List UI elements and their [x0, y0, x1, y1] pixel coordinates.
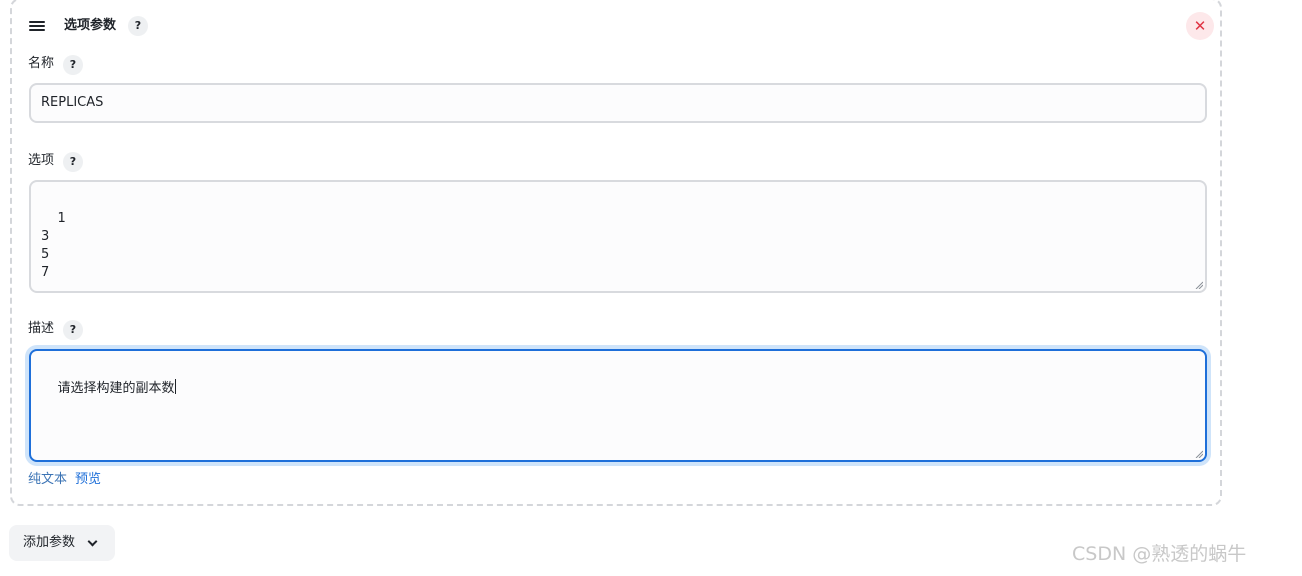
description-text: 请选择构建的副本数: [57, 381, 175, 396]
drag-handle-icon[interactable]: [29, 21, 47, 33]
name-input[interactable]: REPLICAS: [29, 83, 1207, 123]
description-format-links: 纯文本 预览: [28, 471, 101, 489]
close-icon[interactable]: ✕: [1186, 12, 1214, 40]
panel-help-icon[interactable]: ?: [128, 16, 148, 36]
choices-textarea[interactable]: 1 3 5 7: [29, 180, 1207, 293]
choice-parameter-panel: 选项参数 ? ✕ 名称 ? REPLICAS 选项 ? 1 3 5 7 描述 ?…: [10, 0, 1222, 506]
choices-text: 1 3 5 7: [41, 211, 66, 280]
add-parameter-button[interactable]: 添加参数: [9, 525, 115, 561]
description-label: 描述: [28, 321, 55, 336]
add-parameter-label: 添加参数: [23, 535, 76, 550]
choices-label: 选项: [28, 153, 55, 168]
description-help-icon[interactable]: ?: [63, 320, 83, 340]
panel-title: 选项参数: [64, 18, 117, 33]
name-label: 名称: [28, 56, 55, 71]
description-textarea[interactable]: 请选择构建的副本数: [29, 349, 1207, 462]
watermark: CSDN @熟透的蜗牛: [1072, 543, 1247, 565]
resize-grip-icon[interactable]: [1195, 281, 1203, 289]
resize-grip-icon[interactable]: [1195, 450, 1203, 458]
preview-link[interactable]: 预览: [75, 472, 101, 487]
plain-text-link[interactable]: 纯文本: [28, 472, 67, 487]
chevron-down-icon: [87, 536, 98, 547]
choices-help-icon[interactable]: ?: [63, 152, 83, 172]
text-caret: [174, 379, 176, 394]
name-help-icon[interactable]: ?: [63, 55, 83, 75]
